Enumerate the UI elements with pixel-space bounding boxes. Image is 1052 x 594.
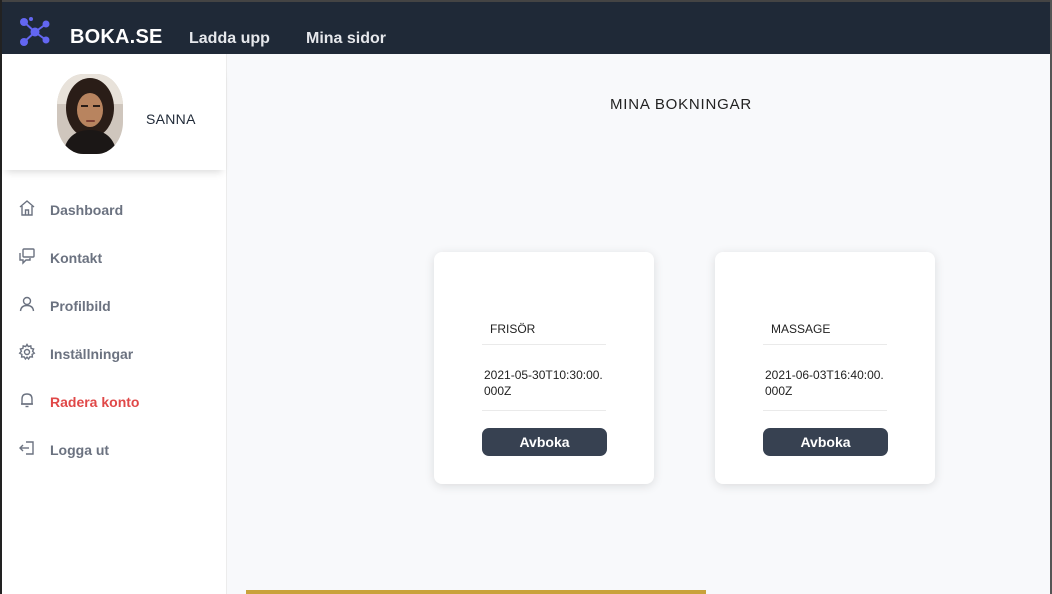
sidebar-item-label: Inställningar: [50, 346, 134, 362]
sidebar-item-label: Dashboard: [50, 202, 124, 218]
sidebar-item-label: Radera konto: [50, 394, 140, 410]
background-strip: [246, 590, 706, 594]
booking-card: FRISÖR 2021-05-30T10:30:00.000Z Avboka: [434, 252, 654, 484]
top-navbar: BOKA.SE Ladda upp Mina sidor: [2, 0, 1050, 54]
user-icon: [19, 296, 35, 312]
sidebar-item-dashboard[interactable]: Dashboard: [2, 190, 226, 226]
divider: [482, 344, 606, 345]
nav-ladda-upp[interactable]: Ladda upp: [189, 30, 270, 48]
sidebar-item-kontakt[interactable]: Kontakt: [2, 238, 226, 274]
home-icon: [19, 200, 35, 216]
divider: [763, 410, 887, 411]
divider: [482, 410, 606, 411]
logout-icon: [19, 441, 34, 455]
booking-card: MASSAGE 2021-06-03T16:40:00.000Z Avboka: [715, 252, 935, 484]
main-content: MINA BOKNINGAR FRISÖR 2021-05-30T10:30:0…: [228, 54, 1050, 594]
sidebar-item-radera-konto[interactable]: Radera konto: [2, 382, 226, 418]
sidebar-item-logga-ut[interactable]: Logga ut: [2, 430, 226, 466]
sidebar-item-label: Kontakt: [50, 250, 103, 266]
avatar[interactable]: [57, 74, 123, 154]
molecule-logo-icon[interactable]: [18, 16, 52, 48]
chat-icon: [19, 248, 35, 265]
sidebar-item-label: Profilbild: [50, 298, 111, 314]
brand-title[interactable]: BOKA.SE: [70, 26, 163, 49]
sidebar-item-label: Logga ut: [50, 442, 110, 458]
sidebar-item-installningar[interactable]: Inställningar: [2, 334, 226, 370]
page-title: MINA BOKNINGAR: [610, 96, 753, 113]
booking-service: MASSAGE: [771, 322, 831, 336]
sidebar-item-profilbild[interactable]: Profilbild: [2, 286, 226, 322]
gear-icon: [18, 343, 36, 361]
divider: [763, 344, 887, 345]
cancel-booking-button[interactable]: Avboka: [763, 428, 888, 456]
nav-mina-sidor[interactable]: Mina sidor: [306, 30, 386, 48]
bell-icon: [21, 393, 33, 408]
booking-service: FRISÖR: [490, 322, 536, 336]
booking-datetime: 2021-05-30T10:30:00.000Z: [484, 368, 603, 398]
booking-datetime: 2021-06-03T16:40:00.000Z: [765, 368, 884, 398]
profile-card: SANNA: [2, 58, 226, 170]
cancel-booking-button[interactable]: Avboka: [482, 428, 607, 456]
profile-name: SANNA: [146, 111, 196, 127]
sidebar: SANNA Dashboard Kontakt Profilbild Instä…: [2, 54, 227, 594]
